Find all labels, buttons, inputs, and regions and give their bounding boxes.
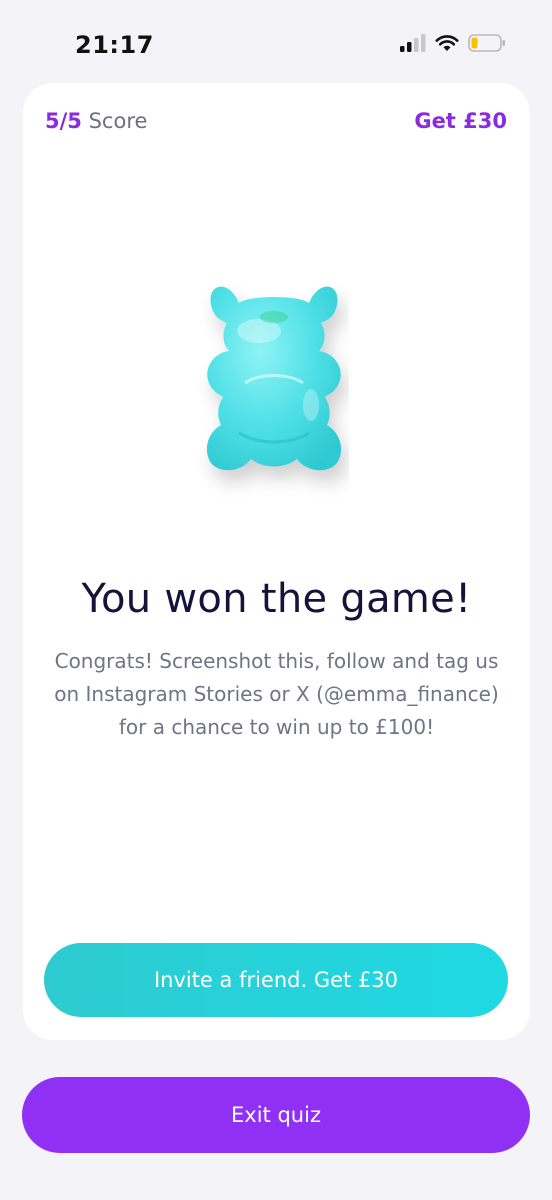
wifi-icon: [435, 35, 459, 51]
score-indicator: 5/5 Score: [45, 109, 147, 133]
get-reward-link[interactable]: Get £30: [414, 109, 507, 133]
invite-friend-button[interactable]: Invite a friend. Get £30: [44, 943, 508, 1017]
status-icons: [400, 34, 506, 52]
score-label: Score: [88, 109, 148, 133]
battery-low-icon: [468, 34, 505, 52]
quiz-result-card: 5/5 Score Get £30 You won the game! Cong…: [23, 83, 530, 1040]
win-message: Congrats! Screenshot this, follow and ta…: [54, 649, 499, 739]
exit-quiz-button[interactable]: Exit quiz: [22, 1077, 530, 1153]
win-headline: You won the game!: [81, 576, 472, 622]
status-bar: 21:17: [0, 0, 552, 88]
score-value: 5/5: [45, 109, 82, 133]
gummy-bear-icon: [199, 273, 349, 503]
cellular-signal-icon: [400, 34, 426, 52]
status-time: 21:17: [75, 31, 154, 59]
